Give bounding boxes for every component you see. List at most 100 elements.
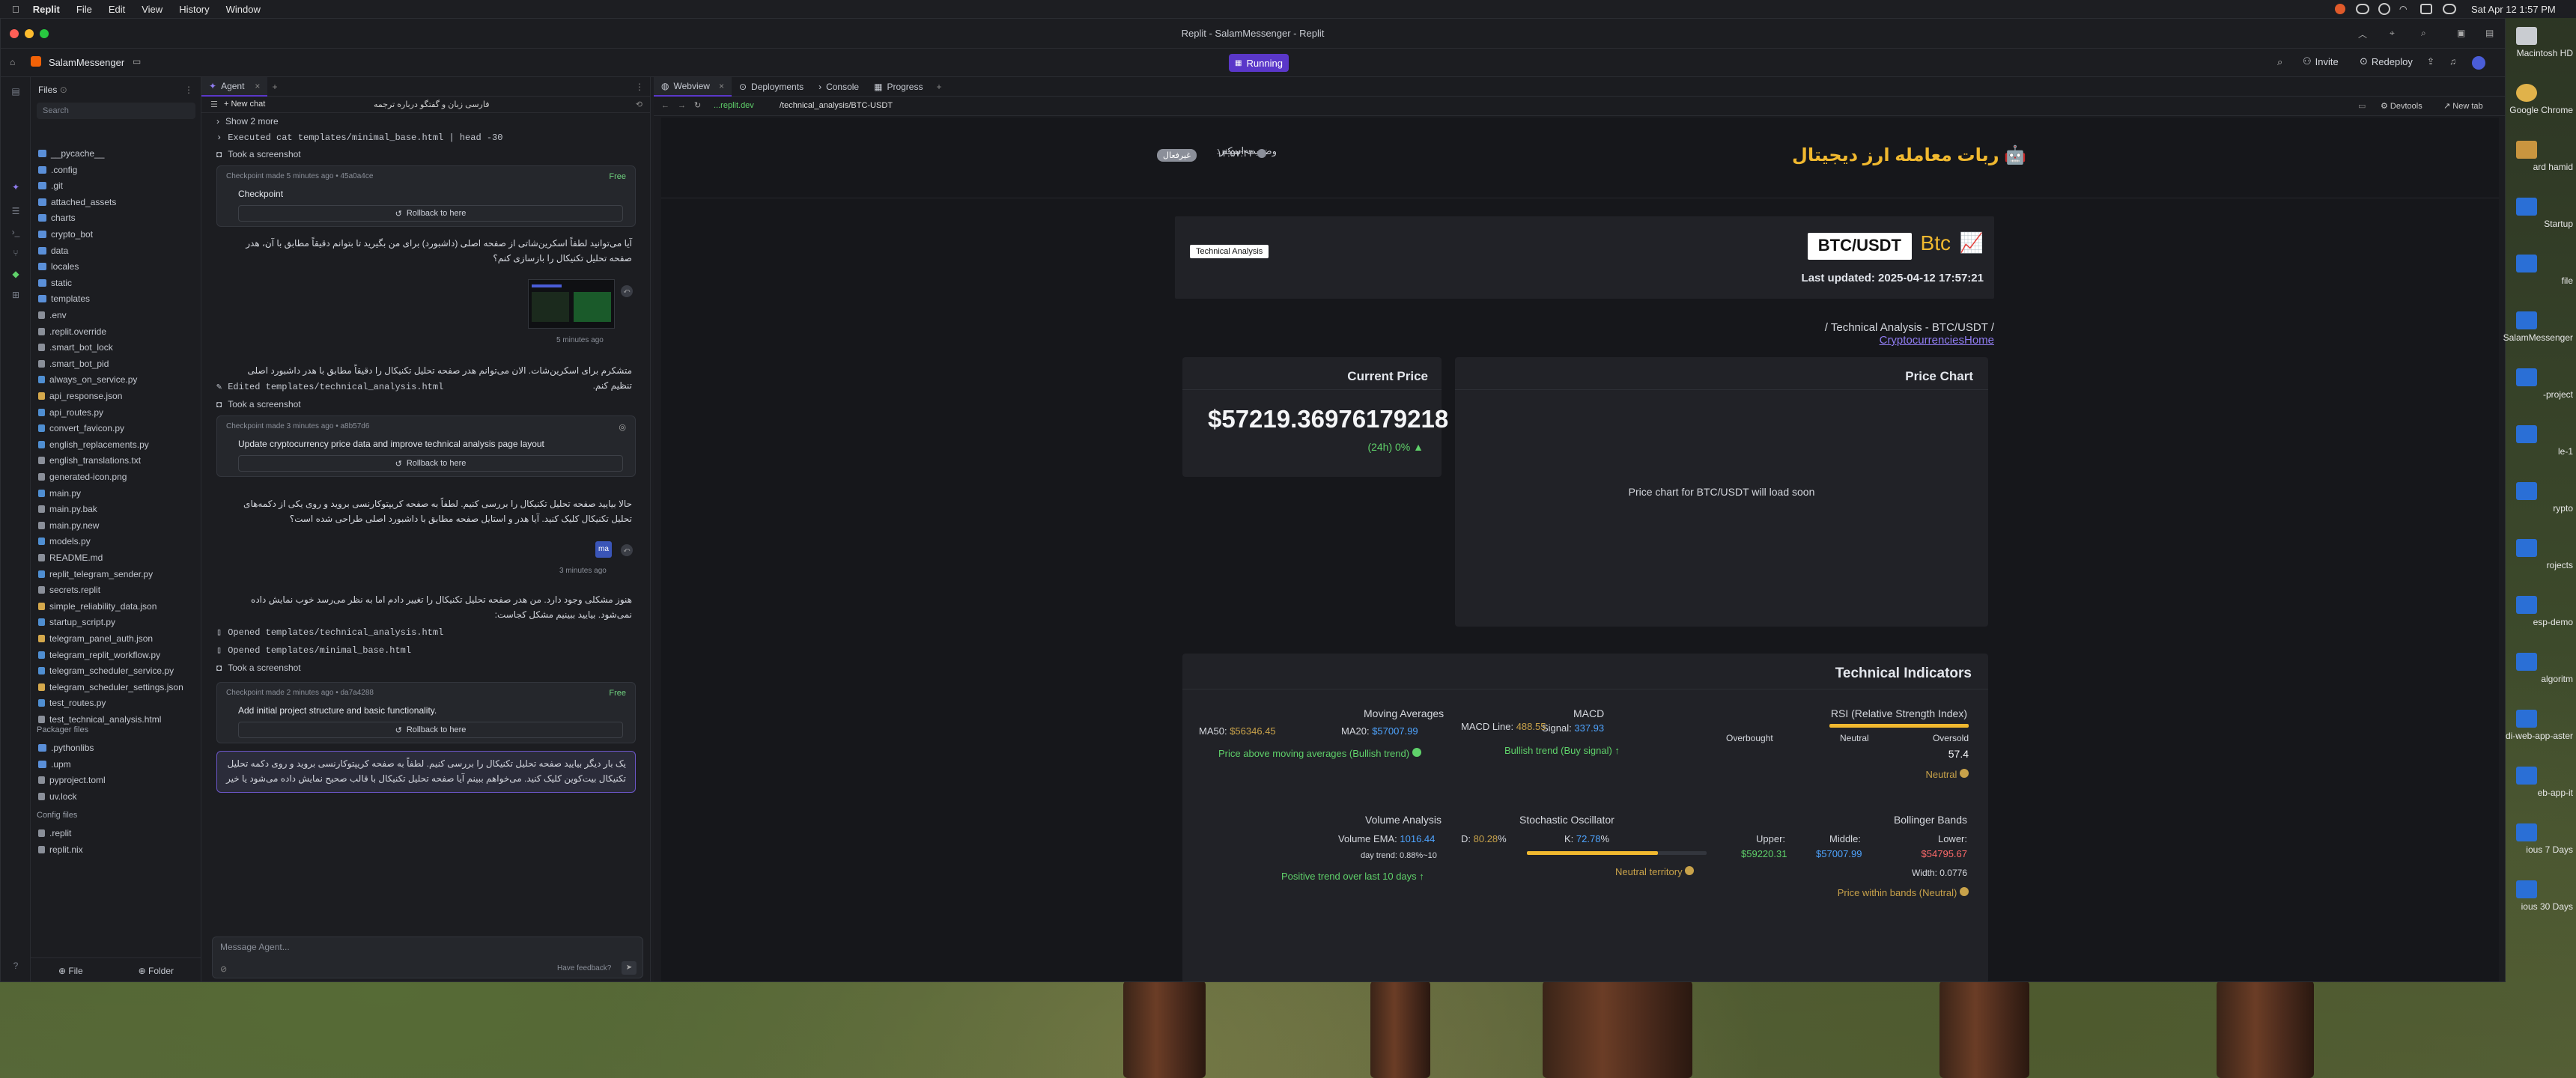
tab-console[interactable]: › Console <box>811 77 866 97</box>
file-item[interactable]: english_translations.txt <box>38 453 141 468</box>
menubar-file[interactable]: File <box>76 4 92 15</box>
status-app-icon[interactable] <box>2335 4 2345 14</box>
new-tab-button[interactable]: ↗ New tab <box>2443 101 2483 111</box>
history-icon[interactable]: ⟲ <box>636 100 643 109</box>
folder-item[interactable]: __pycache__ <box>38 146 104 161</box>
folder-icon[interactable] <box>2516 368 2537 386</box>
message-composer[interactable]: Message Agent... ⊘ Have feedback? ➤ <box>212 937 643 978</box>
tab-progress[interactable]: ▦ Progress <box>866 77 930 97</box>
folder-icon[interactable] <box>2516 482 2537 500</box>
tab-agent[interactable]: ✦ Agent × <box>201 77 268 97</box>
folder-icon[interactable] <box>2516 596 2537 614</box>
opened-file[interactable]: ▯ Opened templates/minimal_base.html <box>216 645 411 657</box>
siri-icon[interactable] <box>2443 4 2456 14</box>
attach-icon[interactable]: ⊘ <box>220 964 227 974</box>
file-item[interactable]: .env <box>38 308 67 323</box>
tab-webview[interactable]: ◍ Webview × <box>654 76 732 97</box>
desktop-icon-label[interactable]: ard hamid <box>2533 162 2573 172</box>
desktop-icon-label[interactable]: ious 30 Days <box>2521 901 2573 912</box>
folder-icon[interactable] <box>2516 653 2537 671</box>
wifi-icon[interactable]: ◠ <box>2399 4 2407 14</box>
new-chat-button[interactable]: + New chat <box>224 100 265 109</box>
layout-icon[interactable]: ▣ <box>2457 28 2465 38</box>
file-item[interactable]: .smart_bot_pid <box>38 356 109 371</box>
add-tab-icon[interactable]: + <box>936 82 941 92</box>
folder-icon[interactable] <box>2516 823 2537 841</box>
menu-icon[interactable]: ☰ <box>210 100 218 109</box>
opened-file[interactable]: ▯ Opened templates/technical_analysis.htm… <box>216 627 443 639</box>
reload-icon[interactable]: ↻ <box>694 100 701 110</box>
folder-icon[interactable] <box>2516 710 2537 728</box>
desktop-icon-label[interactable]: rojects <box>2547 560 2573 570</box>
folder-item[interactable]: .git <box>38 178 63 193</box>
folder-item[interactable]: crypto_bot <box>38 227 93 242</box>
search-icon[interactable]: ⌕ <box>2277 56 2282 68</box>
file-item[interactable]: replit_telegram_sender.py <box>38 567 153 582</box>
vpn-icon[interactable] <box>2378 3 2390 15</box>
file-item[interactable]: uv.lock <box>38 789 76 804</box>
desktop-icon-label[interactable]: di-web-app-aster <box>2506 731 2573 741</box>
took-screenshot[interactable]: ◘ Took a screenshot <box>216 399 301 409</box>
file-item[interactable]: always_on_service.py <box>38 372 137 387</box>
invite-button[interactable]: ⚇ Invite <box>2303 55 2339 67</box>
forward-icon[interactable]: → <box>678 101 686 110</box>
menubar-view[interactable]: View <box>142 4 162 15</box>
file-item[interactable]: main.py <box>38 486 81 501</box>
chrome-icon[interactable] <box>2516 84 2537 102</box>
add-tab-icon[interactable]: + <box>272 82 277 92</box>
file-item[interactable]: pyproject.toml <box>38 773 106 788</box>
folder-item[interactable]: .pythonlibs <box>38 740 94 755</box>
back-icon[interactable]: ← <box>661 101 669 110</box>
rollback-button[interactable]: ↺ Rollback to here <box>238 205 623 222</box>
folder-item[interactable]: static <box>38 275 72 290</box>
file-item[interactable]: api_routes.py <box>38 405 103 420</box>
desktop-icon-label[interactable]: rypto <box>2553 503 2573 514</box>
close-tab-icon[interactable]: × <box>255 81 260 91</box>
more-options-icon[interactable]: ⋮ <box>184 85 193 95</box>
file-item[interactable]: main.py.bak <box>38 502 97 517</box>
repl-name[interactable]: SalamMessenger <box>49 57 124 68</box>
folder-item[interactable]: .upm <box>38 757 71 772</box>
file-item[interactable]: api_response.json <box>38 389 122 404</box>
screenshot-thumbnail[interactable] <box>528 279 615 329</box>
file-item[interactable]: secrets.replit <box>38 582 100 597</box>
eye-icon[interactable]: ◎ <box>619 422 626 432</box>
apple-icon[interactable]:  <box>12 4 19 15</box>
close-tab-icon[interactable]: × <box>719 81 724 91</box>
desktop-icon-label[interactable]: ious 7 Days <box>2526 844 2573 855</box>
file-item[interactable]: telegram_replit_workflow.py <box>38 648 160 663</box>
folder-icon[interactable] <box>2516 539 2537 557</box>
folder-item[interactable]: templates <box>38 291 90 306</box>
file-item[interactable]: .replit.override <box>38 324 106 339</box>
folder-icon[interactable] <box>2516 198 2537 216</box>
desktop-icon-label[interactable]: -project <box>2543 389 2573 400</box>
search-icon[interactable]: ⌕ <box>2421 28 2426 39</box>
desktop-icon-label[interactable]: SalamMessenger <box>2503 332 2573 343</box>
more-options-icon[interactable]: ⋮ <box>635 82 644 92</box>
send-icon[interactable]: ➤ <box>622 961 637 975</box>
file-item[interactable]: telegram_panel_auth.json <box>38 631 153 646</box>
url-domain[interactable]: ...replit.dev <box>714 101 754 110</box>
chevron-up-icon[interactable]: ︿ <box>2358 28 2367 40</box>
file-item[interactable]: test_technical_analysis.html <box>38 712 161 727</box>
folder-icon[interactable] <box>2516 425 2537 443</box>
folder-icon[interactable] <box>2516 767 2537 785</box>
desktop-icon-label[interactable]: le-1 <box>2558 446 2573 457</box>
menubar-history[interactable]: History <box>179 4 209 15</box>
file-item[interactable]: .smart_bot_lock <box>38 340 113 355</box>
folder-icon[interactable] <box>2516 311 2537 329</box>
feedback-link[interactable]: Have feedback? <box>557 964 611 972</box>
files-search-input[interactable]: Search <box>37 103 195 119</box>
file-item[interactable]: startup_script.py <box>38 615 115 630</box>
bell-icon[interactable]: ♫ <box>2449 56 2456 67</box>
file-item[interactable]: .replit <box>38 826 71 841</box>
desktop-icon-label[interactable]: Google Chrome <box>2509 105 2573 115</box>
desktop-icon-label[interactable]: algoritm <box>2541 674 2573 684</box>
cloud-icon[interactable] <box>2356 4 2369 14</box>
agent-icon[interactable]: ✦ <box>10 182 22 192</box>
devtools-button[interactable]: ⚙ Devtools <box>2381 101 2422 111</box>
file-item[interactable]: generated-icon.png <box>38 469 127 484</box>
file-item[interactable]: convert_favicon.py <box>38 421 124 436</box>
new-file-button[interactable]: ⊕ File <box>58 966 83 976</box>
menubar-datetime[interactable]: Sat Apr 12 1:57 PM <box>2471 4 2556 15</box>
